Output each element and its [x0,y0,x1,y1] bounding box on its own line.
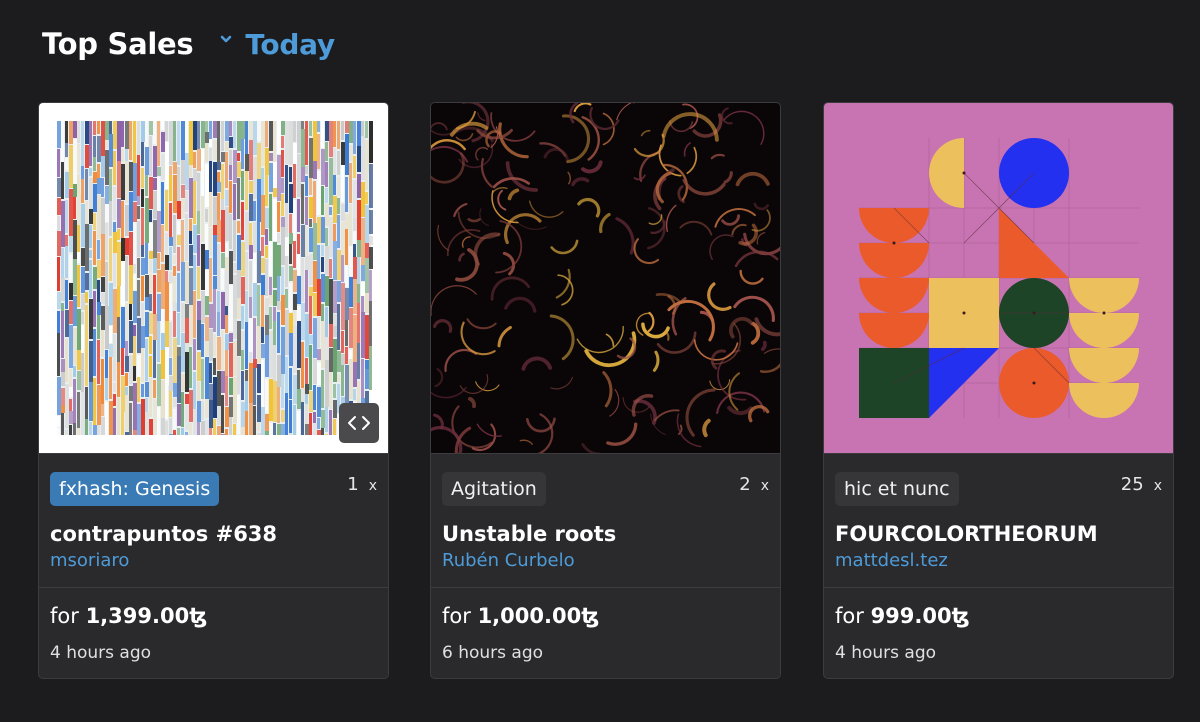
card-meta: hic et nunc 25 x FOURCOLORTHEORUM mattdes… [824,453,1173,587]
artwork-thumbnail[interactable] [431,103,780,453]
sale-card[interactable]: hic et nunc 25 x FOURCOLORTHEORUM mattdes… [823,102,1174,679]
sale-price: for 1,399.00ꜩ [50,604,208,628]
card-meta: Agitation 2x Unstable roots Rubén Curbel… [431,453,780,587]
collection-tag[interactable]: fxhash: Genesis [50,472,220,506]
sale-time: 6 hours ago [442,643,544,663]
sale-card[interactable]: fxhash: Genesis 1x contrapuntos #638 mso… [38,102,389,679]
artwork-title[interactable]: contrapuntos #638 [50,522,277,546]
artwork-thumbnail[interactable] [824,103,1173,453]
edition-count: 1x [347,474,377,495]
period-label: Today [245,27,335,61]
page-title: Top Sales [42,27,194,61]
artist-link[interactable]: mattdesl.tez [835,550,948,571]
sale-info: for 1,399.00ꜩ 4 hours ago [39,587,388,678]
sale-info: for 1,000.00ꜩ 6 hours ago [431,587,780,678]
artist-link[interactable]: Rubén Curbelo [442,550,575,571]
code-button[interactable] [339,403,379,443]
sale-price: for 999.00ꜩ [835,604,970,628]
sale-time: 4 hours ago [835,643,937,663]
tezos-icon: ꜩ [189,604,208,628]
tezos-icon: ꜩ [581,604,600,628]
sale-card[interactable]: Agitation 2x Unstable roots Rubén Curbel… [430,102,781,679]
artwork-title[interactable]: Unstable roots [442,522,616,546]
period-dropdown[interactable]: Today [219,27,335,61]
card-meta: fxhash: Genesis 1x contrapuntos #638 mso… [39,453,388,587]
sale-info: for 999.00ꜩ 4 hours ago [824,587,1173,678]
artist-link[interactable]: msoriaro [50,550,129,571]
sale-price: for 1,000.00ꜩ [442,604,600,628]
artwork-title[interactable]: FOURCOLORTHEORUM [835,522,1098,546]
collection-tag[interactable]: Agitation [442,472,546,506]
sale-time: 4 hours ago [50,643,152,663]
artwork-thumbnail[interactable] [39,103,388,453]
edition-count: 2x [739,474,769,495]
chevron-down-icon [221,35,232,43]
collection-tag[interactable]: hic et nunc [835,472,959,506]
tezos-icon: ꜩ [951,604,970,628]
section-header: Top Sales Today [42,22,335,66]
edition-count: 25 x [1120,474,1162,495]
code-icon [348,416,370,430]
